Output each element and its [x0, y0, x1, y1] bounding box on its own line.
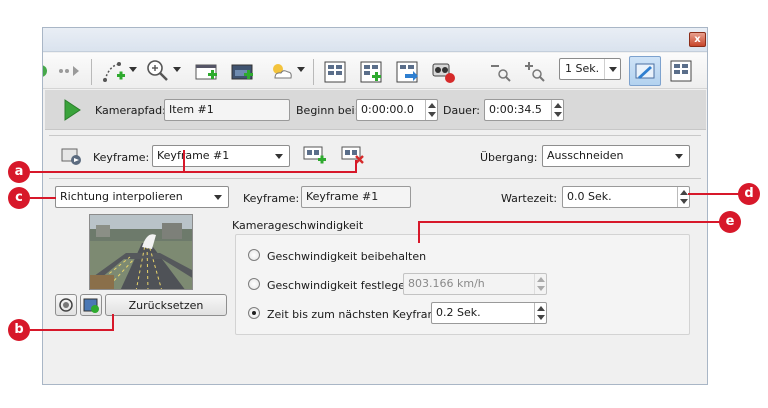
keyframe-label: Keyframe: [93, 151, 150, 164]
callout-a-line [30, 171, 357, 173]
chevron-down-icon [275, 154, 283, 159]
wartezeit-field[interactable]: 0.0 Sek. [562, 186, 690, 208]
uebergang-select[interactable]: Ausschneiden [542, 145, 690, 167]
add-keyframe-icon[interactable] [303, 145, 327, 165]
interp-keyframe-field[interactable]: Keyframe #1 [301, 186, 411, 208]
interval-select[interactable]: 1 Sek. [559, 58, 621, 80]
grid-view-icon[interactable] [667, 58, 695, 84]
speed-time-field[interactable]: 0.2 Sek. [431, 302, 547, 324]
zoom-dropdown-icon[interactable] [173, 67, 181, 72]
beginn-label: Beginn bei: [296, 104, 359, 117]
speed-time-spinner[interactable] [534, 303, 546, 323]
callout-b-badge: b [8, 319, 30, 341]
camera-link-button[interactable] [629, 56, 661, 86]
zoom-in-icon[interactable] [143, 58, 171, 84]
target-button[interactable] [55, 294, 77, 316]
screen-tree-icon[interactable] [229, 58, 257, 84]
callout-e-line [418, 221, 420, 243]
speed-fixed-value: 803.166 km/h [408, 277, 485, 290]
toolbar-separator [313, 59, 314, 85]
speed-keep-radio[interactable] [248, 249, 260, 261]
dauer-spinner[interactable] [551, 100, 563, 120]
wartezeit-label: Wartezeit: [501, 192, 558, 205]
dauer-value: 0:00:34.5 [489, 103, 542, 116]
callout-e-badge: e [719, 211, 741, 233]
dauer-label: Dauer: [443, 104, 480, 117]
camera-link-icon [635, 63, 655, 79]
play-icon[interactable] [42, 58, 53, 84]
interpolation-select[interactable]: Richtung interpolieren [55, 186, 229, 208]
toolbar-separator [91, 59, 92, 85]
grid-add-icon[interactable] [357, 58, 385, 84]
speed-fixed-radio[interactable] [248, 278, 260, 290]
path-add-icon[interactable] [101, 58, 129, 84]
chevron-down-icon[interactable] [604, 59, 620, 79]
keyframe-camera-icon [61, 148, 81, 165]
zoom-plus-icon[interactable] [521, 58, 549, 84]
kamerapfad-label: Kamerapfad: [95, 104, 166, 117]
camera-path-window: x 1 Sek. Kamerapfad: Item #1 Beginn bei: [42, 27, 708, 385]
interval-value: 1 Sek. [565, 62, 600, 75]
weather-icon[interactable] [267, 58, 295, 84]
screen-add-icon[interactable] [193, 58, 221, 84]
keyframe-select[interactable]: Keyframe #1 [152, 145, 290, 167]
callout-d-badge: d [738, 183, 760, 205]
callout-e-line [418, 221, 720, 223]
wartezeit-spinner[interactable] [677, 187, 689, 207]
grid-icon[interactable] [321, 58, 349, 84]
speed-fixed-field[interactable]: 803.166 km/h [403, 273, 547, 295]
keyframe-select-value: Keyframe #1 [157, 149, 230, 162]
speed-time-value: 0.2 Sek. [436, 306, 481, 319]
chevron-down-icon [214, 195, 222, 200]
callout-a-badge: a [8, 161, 30, 183]
kamerapfad-field[interactable]: Item #1 [164, 99, 290, 121]
reset-button[interactable]: Zurücksetzen [105, 294, 227, 316]
speed-keep-label[interactable]: Geschwindigkeit beibehalten [267, 250, 426, 263]
close-button[interactable]: x [689, 32, 706, 47]
callout-d-line [688, 193, 740, 195]
callout-b-line [112, 314, 114, 330]
weather-dropdown-icon[interactable] [297, 67, 305, 72]
dauer-field[interactable]: 0:00:34.5 [484, 99, 564, 121]
interpolation-select-value: Richtung interpolieren [60, 190, 183, 203]
interp-keyframe-label: Keyframe: [243, 192, 300, 205]
speed-time-radio[interactable] [248, 307, 260, 319]
record-icon[interactable] [429, 58, 459, 84]
speed-fixed-spinner[interactable] [534, 274, 546, 294]
capture-view-icon [83, 298, 99, 313]
speed-group-title: Kamerageschwindigkeit [232, 219, 364, 232]
chevron-down-icon [675, 154, 683, 159]
forward-icon[interactable] [57, 58, 85, 84]
delete-keyframe-icon[interactable] [341, 145, 365, 165]
uebergang-label: Übergang: [480, 151, 538, 164]
beginn-spinner[interactable] [425, 100, 437, 120]
target-icon [59, 298, 73, 312]
keyframe-preview-image [89, 214, 193, 290]
play-path-icon[interactable] [63, 99, 81, 121]
callout-c-badge: c [8, 187, 30, 209]
zoom-out-icon[interactable] [487, 58, 515, 84]
speed-fixed-label[interactable]: Geschwindigkeit festlegen [267, 279, 412, 292]
callout-c-line [30, 197, 56, 199]
path-add-dropdown-icon[interactable] [129, 67, 137, 72]
capture-view-button[interactable] [80, 294, 102, 316]
callout-b-line [30, 329, 114, 331]
beginn-field[interactable]: 0:00:00.0 [356, 99, 438, 121]
callout-a-line [183, 150, 185, 172]
title-bar: x [43, 28, 707, 52]
section-divider [49, 135, 701, 136]
beginn-value: 0:00:00.0 [361, 103, 414, 116]
wartezeit-value: 0.0 Sek. [567, 190, 612, 203]
section-divider [49, 178, 701, 179]
uebergang-select-value: Ausschneiden [547, 149, 624, 162]
camera-path-bar: Kamerapfad: Item #1 Beginn bei: 0:00:00.… [45, 90, 706, 130]
speed-time-label[interactable]: Zeit bis zum nächsten Keyframe [267, 308, 445, 321]
grid-export-icon[interactable] [393, 58, 421, 84]
